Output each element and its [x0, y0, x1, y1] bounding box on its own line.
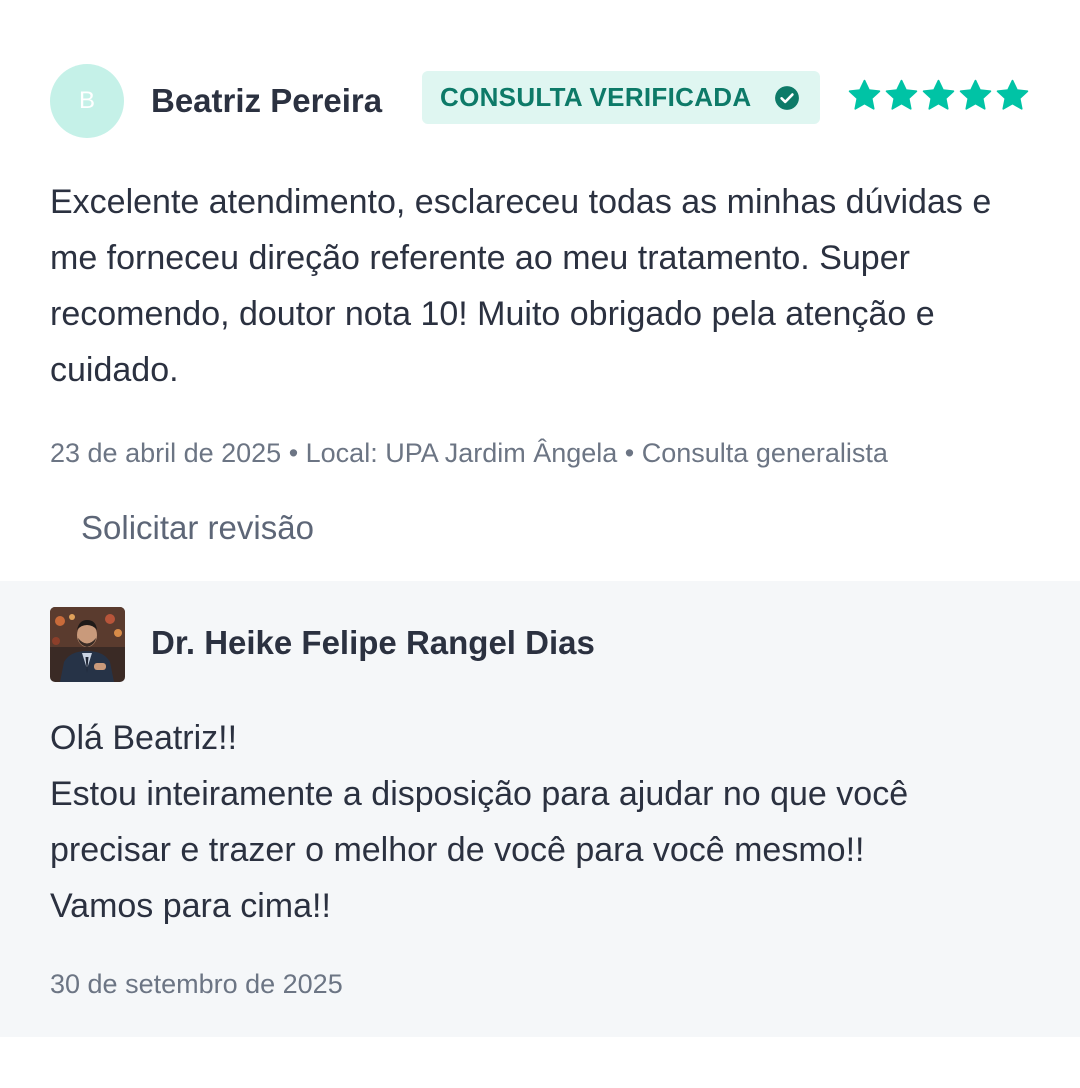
reviewer-avatar: B	[50, 64, 124, 138]
star-icon	[885, 79, 918, 110]
verified-badge-label: CONSULTA VERIFICADA	[440, 82, 752, 112]
star-icon	[922, 79, 955, 110]
review-header: B Beatriz Pereira CONSULTA VERIFICADA	[50, 64, 1030, 140]
star-icon	[996, 79, 1029, 110]
review-card: B Beatriz Pereira CONSULTA VERIFICADA Ex…	[0, 0, 1080, 580]
doctor-name: Dr. Heike Felipe Rangel Dias	[151, 624, 595, 661]
doctor-reply: Dr. Heike Felipe Rangel Dias Olá Beatriz…	[0, 581, 1080, 1037]
star-icon	[959, 79, 992, 110]
verified-badge: CONSULTA VERIFICADA	[422, 71, 820, 124]
request-review-link[interactable]: Solicitar revisão	[81, 509, 314, 547]
star-icon	[848, 79, 881, 110]
reply-text: Olá Beatriz!! Estou inteiramente a dispo…	[50, 710, 1040, 934]
reviewer-name: Beatriz Pereira	[151, 82, 383, 119]
reply-date: 30 de setembro de 2025	[50, 969, 343, 999]
review-text: Excelente atendimento, esclareceu todas …	[50, 183, 992, 389]
doctor-photo-image	[50, 607, 125, 682]
reply-line: Vamos para cima!!	[50, 887, 331, 925]
review-page: B Beatriz Pereira CONSULTA VERIFICADA Ex…	[0, 0, 1080, 1088]
star-rating	[847, 78, 1030, 114]
reply-line: Olá Beatriz!!	[50, 719, 238, 757]
check-circle-icon	[775, 86, 799, 110]
doctor-avatar	[50, 607, 125, 682]
reply-line: Estou inteiramente a disposição para aju…	[50, 775, 909, 813]
review-meta: 23 de abril de 2025 • Local: UPA Jardim …	[50, 438, 888, 468]
reply-line: precisar e trazer o melhor de você para …	[50, 831, 865, 869]
